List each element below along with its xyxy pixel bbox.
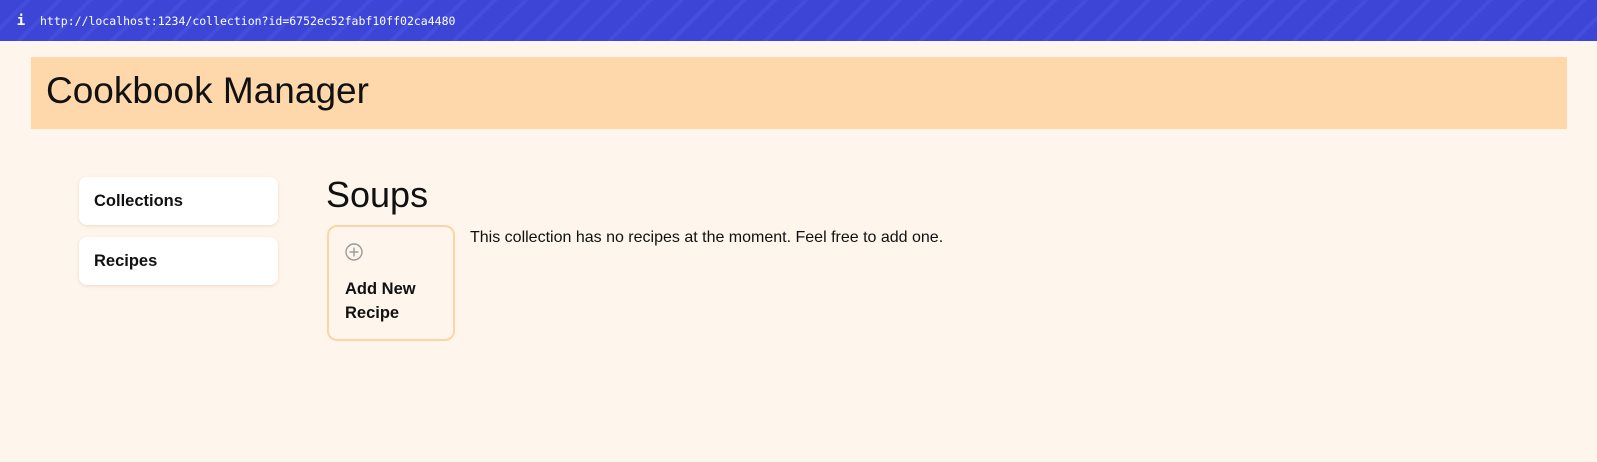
collection-title: Soups <box>326 174 429 215</box>
url-text[interactable]: http://localhost:1234/collection?id=6752… <box>40 14 455 28</box>
sidebar-item-collections[interactable]: Collections <box>79 177 278 225</box>
add-new-recipe-label: Add New Recipe <box>345 280 416 322</box>
app-title: Cookbook Manager <box>46 70 369 111</box>
info-icon[interactable]: i <box>10 13 32 29</box>
sidebar-item-label: Collections <box>94 191 183 210</box>
empty-collection-message: This collection has no recipes at the mo… <box>470 229 944 246</box>
sidebar-item-label: Recipes <box>94 251 158 270</box>
app-header: Cookbook Manager <box>31 57 1567 129</box>
sidebar-item-recipes[interactable]: Recipes <box>79 237 278 285</box>
plus-circle-icon <box>345 243 363 261</box>
add-new-recipe-button[interactable]: Add New Recipe <box>327 225 455 341</box>
browser-address-bar: i http://localhost:1234/collection?id=67… <box>0 0 1597 41</box>
